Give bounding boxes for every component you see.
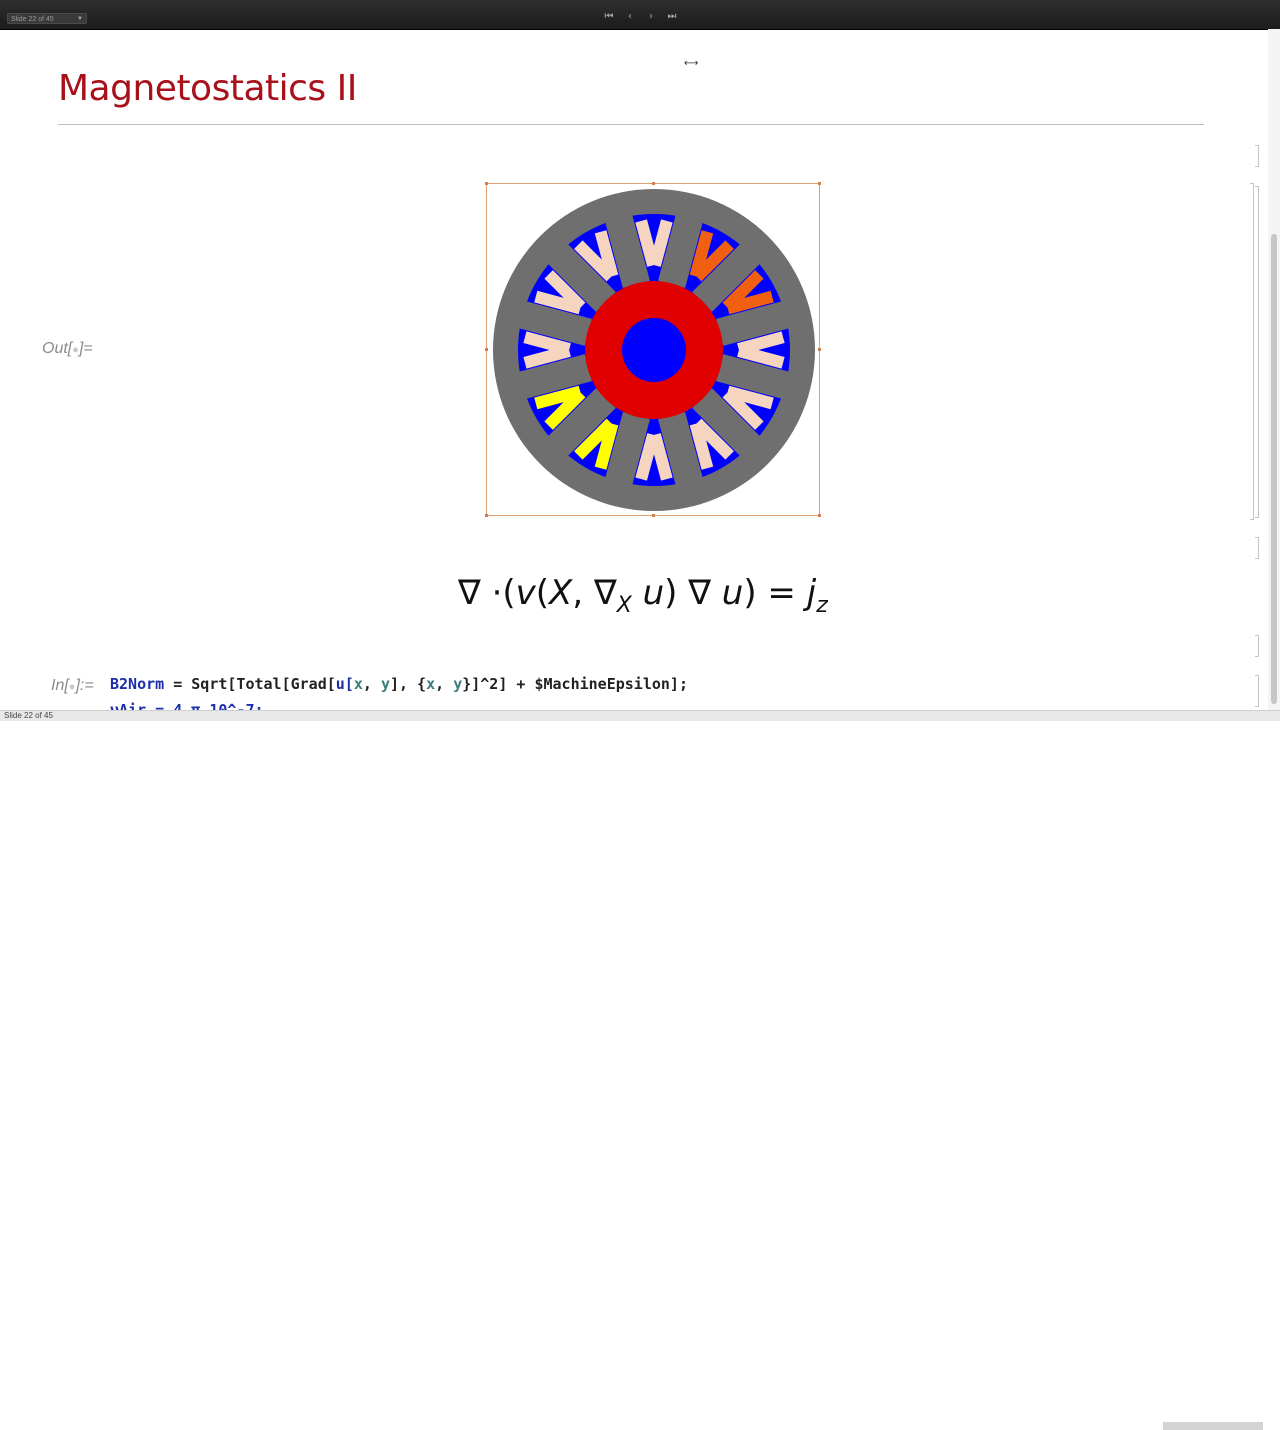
code-token: u[	[335, 675, 354, 693]
code-token: x	[426, 675, 436, 693]
status-text: Slide 22 of 45	[4, 711, 53, 720]
output-label-suffix: ]=	[78, 340, 93, 357]
previous-slide-icon[interactable]: ‹	[621, 9, 639, 25]
dot-operator: ·	[491, 573, 503, 613]
cell-bracket[interactable]	[1255, 186, 1259, 518]
nabla-symbol: ∇	[458, 573, 481, 613]
cell-bracket[interactable]	[1255, 537, 1259, 559]
cell-bracket[interactable]	[1255, 145, 1259, 167]
resize-handle[interactable]	[818, 514, 821, 517]
subscript-z: z	[816, 593, 828, 618]
code-token: y	[453, 675, 463, 693]
status-bar: Slide 22 of 45	[0, 710, 1280, 1430]
code-token: ,	[435, 675, 454, 693]
resize-handle[interactable]	[818, 182, 821, 185]
code-variable: B2Norm	[110, 675, 165, 693]
u-symbol: u	[721, 573, 744, 613]
last-slide-icon[interactable]: ⏭	[663, 9, 681, 25]
output-label: Out[●]=	[42, 340, 93, 358]
page-title: Magnetostatics II	[58, 68, 357, 109]
code-token: }]^2] + $MachineEpsilon];	[462, 675, 688, 693]
code-input-line[interactable]: B2Norm = Sqrt[Total[Grad[u[x, y], {x, y}…	[110, 675, 688, 693]
slide-selector-dropdown[interactable]: Slide 22 of 45 ▼	[7, 13, 87, 24]
output-label-prefix: Out[	[42, 340, 73, 357]
slide-selector-label: Slide 22 of 45	[11, 16, 54, 23]
resize-handle[interactable]	[485, 514, 488, 517]
resize-handle[interactable]	[485, 182, 488, 185]
nabla-symbol: ∇	[688, 573, 711, 613]
code-token: Sqrt[Total[Grad[	[191, 675, 336, 693]
code-token: ], {	[389, 675, 427, 693]
x-symbol: X	[549, 573, 573, 613]
u-symbol: u	[642, 573, 665, 613]
code-token: =	[164, 675, 192, 693]
first-slide-icon[interactable]: ⏮	[600, 9, 618, 25]
j-symbol: j	[806, 573, 817, 613]
slideshow-toolbar: Slide 22 of 45 ▼ ⏮ ‹ › ⏭	[0, 0, 1280, 30]
resize-handle[interactable]	[818, 348, 821, 351]
graphic-selection-frame[interactable]	[485, 182, 821, 517]
input-label: In[●]:=	[51, 677, 94, 695]
horizontal-scrollbar[interactable]	[1163, 1422, 1263, 1430]
code-token: y	[380, 675, 390, 693]
code-token: x	[353, 675, 363, 693]
motor-cross-section-graphic	[493, 189, 815, 511]
cell-bracket[interactable]	[1255, 675, 1259, 707]
scrollbar-thumb[interactable]	[1271, 234, 1277, 704]
shaft	[622, 318, 686, 382]
resize-handle[interactable]	[652, 514, 655, 517]
resize-handle[interactable]	[485, 348, 488, 351]
resize-handle[interactable]	[652, 182, 655, 185]
chevron-down-icon: ▼	[77, 16, 83, 22]
subscript-x: X	[616, 593, 632, 618]
next-slide-icon[interactable]: ›	[642, 9, 660, 25]
nabla-symbol: ∇	[593, 573, 617, 613]
input-label-prefix: In[	[51, 677, 69, 694]
title-divider	[58, 124, 1204, 125]
resize-cursor-icon: ⟷	[684, 58, 699, 69]
pde-equation: ∇ ·(v(X, ∇X u) ∇ u) = jz	[458, 573, 828, 618]
vertical-scrollbar[interactable]	[1268, 29, 1280, 710]
nu-symbol: v	[515, 573, 536, 613]
output-label-slot: ●	[72, 344, 79, 356]
cell-bracket[interactable]	[1250, 183, 1254, 520]
cell-bracket[interactable]	[1255, 635, 1259, 657]
code-token: ,	[362, 675, 381, 693]
input-label-suffix: ]:=	[75, 677, 94, 694]
